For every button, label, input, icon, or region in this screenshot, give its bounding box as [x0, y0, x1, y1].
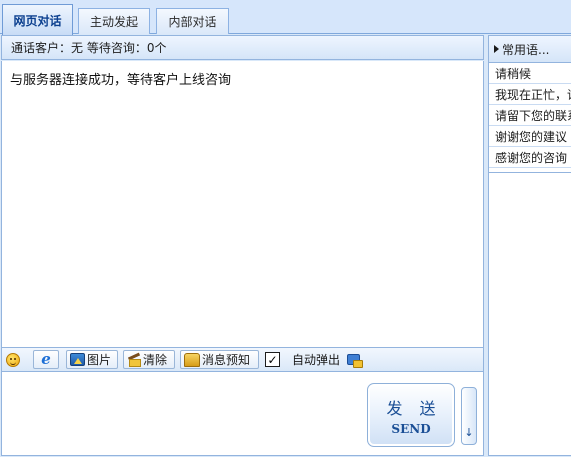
quick-replies-panel: 常用语... 请稍候 我现在正忙，请 请留下您的联系 谢谢您的建议 感谢您的咨询 — [488, 35, 571, 456]
notify-label: 消息预知 — [202, 353, 251, 367]
picture-label: 图片 — [87, 353, 112, 367]
quick-reply-item[interactable]: 感谢您的咨询 — [489, 147, 571, 168]
robot-icon — [346, 353, 363, 368]
quick-replies-title: 常用语... — [502, 42, 550, 57]
message-toolbar: e 图片 清除 消息预知 ✓ 自动弹出 — [1, 348, 484, 371]
tab-bar: 网页对话 主动发起 内部对话 — [0, 0, 571, 35]
quick-reply-item[interactable]: 请留下您的联系 — [489, 105, 571, 126]
chat-status-bar: 通话客户：无 等待咨询：0个 — [1, 35, 484, 60]
ie-icon: e — [41, 350, 51, 368]
notify-button[interactable]: 消息预知 — [180, 350, 259, 369]
down-arrow-icon: ↓ — [464, 426, 474, 439]
auto-popup-checkbox[interactable]: ✓ — [265, 350, 280, 369]
auto-popup-label-wrap: 自动弹出 — [292, 350, 340, 369]
broom-icon — [127, 354, 141, 367]
emoji-button[interactable] — [6, 350, 20, 369]
send-button[interactable]: 发 送 SEND — [367, 383, 455, 447]
chat-message: 与服务器连接成功，等待客户上线咨询 — [10, 73, 232, 88]
send-options-button[interactable]: ↓ — [461, 387, 477, 445]
tab-proactive[interactable]: 主动发起 — [78, 8, 150, 34]
auto-popup-label: 自动弹出 — [292, 353, 341, 367]
message-input[interactable] — [5, 375, 360, 451]
quick-reply-item[interactable]: 谢谢您的建议 — [489, 126, 571, 147]
clear-label: 清除 — [143, 353, 168, 367]
chat-log: 与服务器连接成功，等待客户上线咨询 — [1, 61, 484, 348]
smiley-icon — [6, 352, 20, 367]
robot-button[interactable] — [346, 350, 363, 369]
quick-replies-empty-area — [489, 172, 571, 456]
chat-status-text: 通话客户：无 等待咨询：0个 — [11, 41, 167, 55]
quick-replies-list: 请稍候 我现在正忙，请 请留下您的联系 谢谢您的建议 感谢您的咨询 — [489, 63, 571, 168]
notify-icon — [184, 352, 200, 367]
quick-reply-item[interactable]: 我现在正忙，请 — [489, 84, 571, 105]
triangle-right-icon — [494, 45, 499, 53]
clear-button[interactable]: 清除 — [123, 350, 175, 369]
picture-button[interactable]: 图片 — [66, 350, 118, 369]
picture-icon — [70, 353, 85, 366]
tab-web-chat[interactable]: 网页对话 — [2, 4, 73, 35]
quick-replies-header[interactable]: 常用语... — [489, 36, 571, 63]
send-label-cn: 发 送 — [386, 398, 442, 418]
tab-internal-chat[interactable]: 内部对话 — [156, 8, 229, 34]
send-label-en: SEND — [391, 421, 431, 436]
quick-reply-item[interactable]: 请稍候 — [489, 63, 571, 84]
browser-button[interactable]: e — [33, 350, 59, 369]
checkbox-checked-icon: ✓ — [265, 352, 280, 367]
message-input-area: 发 送 SEND ↓ — [1, 371, 484, 456]
